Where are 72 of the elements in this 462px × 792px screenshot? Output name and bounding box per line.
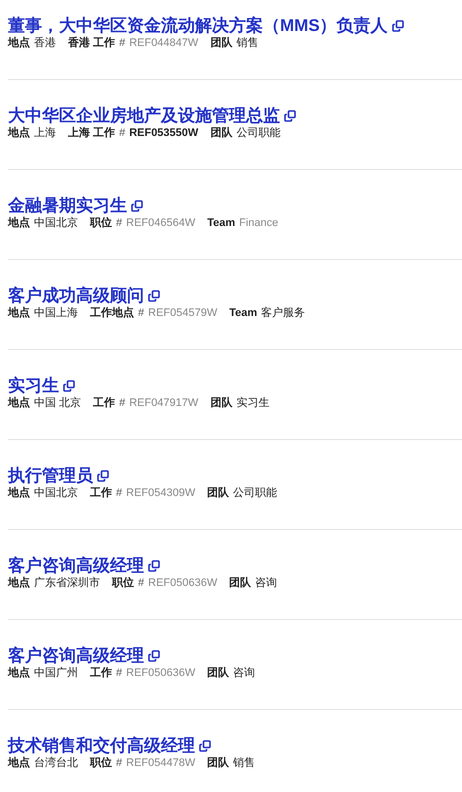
location-label: 地点 (8, 576, 30, 590)
job-title-link[interactable]: 客户咨询高级经理 (8, 646, 144, 666)
hash-sign: # (119, 396, 126, 410)
hash-sign: # (116, 486, 122, 500)
job-id-label: 工作 (93, 396, 116, 410)
team-value: 咨询 (233, 666, 256, 680)
team-label: 团队 (210, 396, 232, 410)
team-value: 销售 (233, 756, 256, 770)
team-value: 销售 (236, 36, 258, 50)
job-reference: REF054309W (126, 486, 196, 500)
location-label: 地点 (8, 756, 30, 770)
job-id-label: 香港 工作 (68, 36, 116, 50)
location-value: 中国 北京 (34, 396, 82, 410)
team-label: 团队 (210, 126, 232, 140)
job-title-link[interactable]: 技术销售和交付高级经理 (8, 736, 195, 756)
job-id-label: 职位 (90, 216, 112, 230)
job-reference: REF047917W (129, 396, 198, 410)
team-label: 团队 (229, 576, 252, 590)
location-value: 香港 (34, 36, 56, 50)
job-title-link[interactable]: 客户咨询高级经理 (8, 556, 144, 576)
team-label: 团队 (207, 666, 230, 680)
hash-sign: # (116, 216, 122, 230)
job-title-link[interactable]: 金融暑期实习生 (8, 196, 127, 216)
job-id-label: 工作地点 (90, 306, 134, 320)
team-label: Team (207, 216, 236, 230)
location-label: 地点 (8, 666, 30, 680)
team-value: 公司职能 (236, 126, 280, 140)
location-label: 地点 (8, 126, 30, 140)
job-title-link[interactable]: 大中华区企业房地产及设施管理总监 (8, 106, 280, 126)
job-reference: REF046564W (126, 216, 196, 230)
team-label: 团队 (210, 36, 232, 50)
team-value: Finance (239, 216, 278, 230)
job-reference: REF054478W (126, 756, 196, 770)
location-value: 中国北京 (34, 216, 78, 230)
job-reference: REF050636W (126, 666, 196, 680)
hash-sign: # (116, 666, 122, 680)
location-label: 地点 (8, 216, 30, 230)
location-value: 中国上海 (34, 306, 78, 320)
job-reference: REF053550W (129, 126, 198, 140)
team-value: 咨询 (255, 576, 278, 590)
location-value: 中国北京 (34, 486, 78, 500)
job-title-link[interactable]: 执行管理员 (8, 466, 93, 486)
location-value: 广东省深圳市 (34, 576, 100, 590)
team-value: 实习生 (236, 396, 270, 410)
job-id-label: 上海 工作 (68, 126, 116, 140)
hash-sign: # (116, 756, 122, 770)
job-id-label: 工作 (90, 666, 112, 680)
job-reference: REF050636W (148, 576, 218, 590)
job-reference: REF044847W (129, 36, 198, 50)
hash-sign: # (138, 306, 144, 320)
location-label: 地点 (8, 306, 30, 320)
location-label: 地点 (8, 36, 30, 50)
job-id-label: 职位 (90, 756, 112, 770)
team-value: 客户服务 (261, 306, 306, 320)
location-value: 上海 (34, 126, 56, 140)
location-label: 地点 (8, 396, 30, 410)
location-value: 中国广州 (34, 666, 78, 680)
team-label: 团队 (207, 486, 230, 500)
job-title-link[interactable]: 董事，大中华区资金流动解决方案（MMS）负责人 (8, 16, 388, 36)
location-value: 台湾台北 (34, 756, 78, 770)
team-value: 公司职能 (233, 486, 278, 500)
hash-sign: # (138, 576, 144, 590)
team-label: Team (229, 306, 258, 320)
hash-sign: # (119, 126, 126, 140)
location-label: 地点 (8, 486, 30, 500)
job-reference: REF054579W (148, 306, 218, 320)
job-title-link[interactable]: 客户成功高级顾问 (8, 286, 144, 306)
team-label: 团队 (207, 756, 230, 770)
job-id-label: 职位 (112, 576, 134, 590)
job-id-label: 工作 (90, 486, 112, 500)
job-title-link[interactable]: 实习生 (8, 376, 59, 396)
hash-sign: # (119, 36, 126, 50)
